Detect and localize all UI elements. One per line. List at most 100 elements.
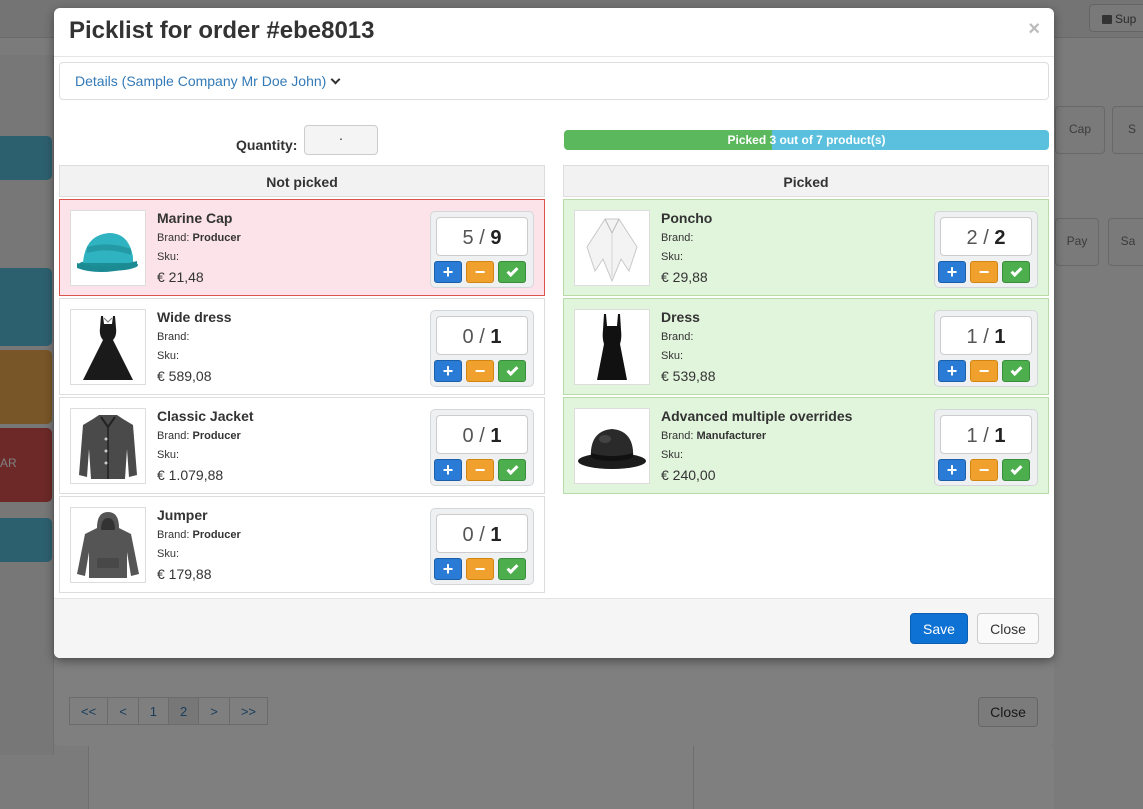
decrement-button[interactable]: −	[970, 261, 998, 283]
pick-counter: 2 / 2 + −	[934, 211, 1038, 288]
list-item: Advanced multiple overrides Brand: Manuf…	[563, 397, 1049, 494]
pick-counter: 0 / 1 + −	[430, 310, 534, 387]
hoodie-image	[70, 507, 146, 583]
pick-count-display: 2 / 2	[940, 217, 1032, 256]
decrement-button[interactable]: −	[466, 459, 494, 481]
not-picked-column: Not picked Marine Cap Brand: Producer Sk…	[59, 165, 545, 593]
item-brand: Brand:	[157, 331, 190, 343]
pick-all-button[interactable]	[498, 261, 526, 283]
increment-button[interactable]: +	[434, 459, 462, 481]
list-item: Dress Brand: Sku: € 539,88 1 / 1 + −	[563, 298, 1049, 395]
pick-count-display: 0 / 1	[436, 316, 528, 355]
pick-count-display: 0 / 1	[436, 415, 528, 454]
item-brand: Brand:	[661, 331, 694, 343]
item-sku: Sku:	[157, 548, 180, 560]
increment-button[interactable]: +	[938, 360, 966, 382]
pick-counter: 1 / 1 + −	[934, 310, 1038, 387]
poncho-image	[574, 210, 650, 286]
item-name: Advanced multiple overrides	[661, 408, 853, 424]
list-item: Classic Jacket Brand: Producer Sku: € 1.…	[59, 397, 545, 494]
item-name: Poncho	[661, 210, 713, 226]
close-button[interactable]: Close	[977, 613, 1039, 644]
details-toggle-link[interactable]: Details (Sample Company Mr Doe John)	[75, 73, 341, 89]
marine-cap-image	[70, 210, 146, 286]
item-sku: Sku:	[661, 251, 684, 263]
increment-button[interactable]: +	[938, 261, 966, 283]
details-panel: Details (Sample Company Mr Doe John)	[59, 62, 1049, 100]
jacket-image	[70, 408, 146, 484]
item-price: € 179,88	[157, 566, 212, 582]
modal-title: Picklist for order #ebe8013	[69, 17, 375, 44]
item-brand: Brand: Producer	[157, 232, 241, 244]
wide-dress-image	[70, 309, 146, 385]
item-sku: Sku:	[661, 449, 684, 461]
increment-button[interactable]: +	[434, 360, 462, 382]
picked-heading: Picked	[563, 165, 1049, 197]
pick-count-display: 1 / 1	[940, 316, 1032, 355]
check-icon	[1009, 264, 1023, 278]
item-price: € 539,88	[661, 368, 716, 384]
item-name: Wide dress	[157, 309, 232, 325]
decrement-button[interactable]: −	[466, 261, 494, 283]
list-item: Poncho Brand: Sku: € 29,88 2 / 2 + −	[563, 199, 1049, 296]
item-price: € 29,88	[661, 269, 708, 285]
pick-counter: 0 / 1 + −	[430, 508, 534, 585]
check-icon	[505, 561, 519, 575]
decrement-button[interactable]: −	[970, 360, 998, 382]
increment-button[interactable]: +	[434, 558, 462, 580]
item-price: € 21,48	[157, 269, 204, 285]
item-name: Jumper	[157, 507, 208, 523]
increment-button[interactable]: +	[434, 261, 462, 283]
item-sku: Sku:	[661, 350, 684, 362]
check-icon	[1009, 363, 1023, 377]
check-icon	[505, 363, 519, 377]
item-sku: Sku:	[157, 251, 180, 263]
item-price: € 1.079,88	[157, 467, 224, 483]
pick-count-display: 0 / 1	[436, 514, 528, 553]
item-name: Marine Cap	[157, 210, 233, 226]
item-sku: Sku:	[157, 350, 180, 362]
pick-counter: 0 / 1 + −	[430, 409, 534, 486]
pick-count-display: 1 / 1	[940, 415, 1032, 454]
progress-text: Picked 3 out of 7 product(s)	[727, 133, 886, 147]
increment-button[interactable]: +	[938, 459, 966, 481]
modal-header: Picklist for order #ebe8013 ×	[54, 8, 1054, 57]
bowler-hat-image	[574, 408, 650, 484]
item-name: Classic Jacket	[157, 408, 254, 424]
quantity-label: Quantity:	[236, 137, 298, 153]
pick-all-button[interactable]	[1002, 261, 1030, 283]
quantity-input[interactable]: ·	[304, 125, 378, 155]
pick-counter: 5 / 9 + −	[430, 211, 534, 288]
pick-all-button[interactable]	[498, 558, 526, 580]
picked-progress-bar: Picked 3 out of 7 product(s)	[564, 130, 1049, 150]
modal-footer: Save Close	[54, 598, 1054, 658]
item-sku: Sku:	[157, 449, 180, 461]
item-brand: Brand: Manufacturer	[661, 430, 767, 442]
pick-all-button[interactable]	[498, 360, 526, 382]
close-x-icon[interactable]: ×	[1028, 18, 1040, 41]
save-button[interactable]: Save	[910, 613, 968, 644]
pick-all-button[interactable]	[1002, 459, 1030, 481]
list-item: Jumper Brand: Producer Sku: € 179,88 0 /…	[59, 496, 545, 593]
decrement-button[interactable]: −	[466, 558, 494, 580]
dress-image	[574, 309, 650, 385]
pick-all-button[interactable]	[1002, 360, 1030, 382]
pick-count-display: 5 / 9	[436, 217, 528, 256]
not-picked-heading: Not picked	[59, 165, 545, 197]
chevron-down-icon	[330, 74, 341, 85]
decrement-button[interactable]: −	[466, 360, 494, 382]
check-icon	[505, 264, 519, 278]
list-item: Marine Cap Brand: Producer Sku: € 21,48 …	[59, 199, 545, 296]
item-price: € 240,00	[661, 467, 716, 483]
pick-counter: 1 / 1 + −	[934, 409, 1038, 486]
picklist-modal: Picklist for order #ebe8013 × Details (S…	[54, 8, 1054, 658]
decrement-button[interactable]: −	[970, 459, 998, 481]
item-price: € 589,08	[157, 368, 212, 384]
item-brand: Brand: Producer	[157, 529, 241, 541]
item-name: Dress	[661, 309, 700, 325]
pick-all-button[interactable]	[498, 459, 526, 481]
item-brand: Brand:	[661, 232, 694, 244]
list-item: Wide dress Brand: Sku: € 589,08 0 / 1 + …	[59, 298, 545, 395]
item-brand: Brand: Producer	[157, 430, 241, 442]
picked-column: Picked Poncho Brand: Sku: € 29,88 2 / 2 …	[563, 165, 1049, 494]
